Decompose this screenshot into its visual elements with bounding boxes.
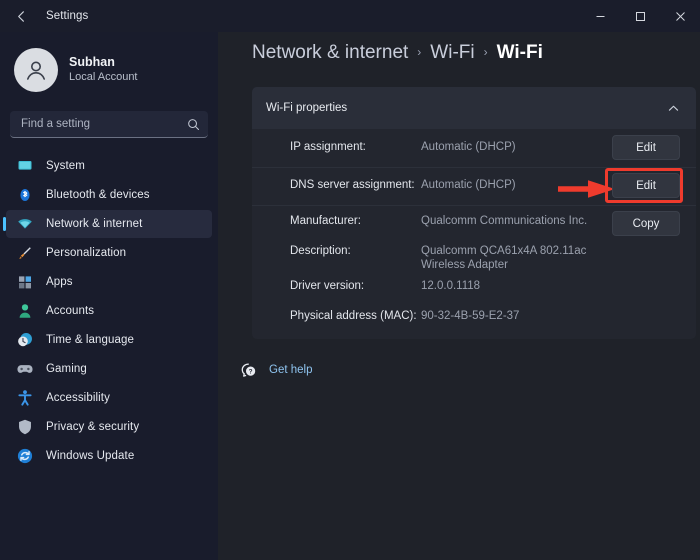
sidebar-item-apps[interactable]: Apps	[6, 268, 212, 296]
update-refresh-icon	[17, 448, 33, 464]
row-action: Edit	[605, 167, 683, 203]
row-label: DNS server assignment:	[290, 179, 415, 191]
table-row: Driver version: 12.0.0.1118	[252, 272, 696, 294]
apps-grid-icon	[16, 273, 34, 291]
sidebar-item-accessibility[interactable]: Accessibility	[6, 384, 212, 412]
search-box[interactable]	[10, 111, 208, 138]
row-value: 90-32-4B-59-E2-37	[421, 309, 520, 322]
row-label: Manufacturer:	[290, 215, 361, 227]
sidebar-item-personalization[interactable]: Personalization	[6, 239, 212, 267]
sidebar-item-label: Time & language	[46, 334, 135, 346]
profile-text: Subhan Local Account	[69, 55, 138, 85]
ip-assignment-edit-button[interactable]: Edit	[612, 135, 680, 160]
sidebar-item-privacy-security[interactable]: Privacy & security	[6, 413, 212, 441]
row-value: Qualcomm Communications Inc.	[421, 215, 588, 227]
search-input[interactable]	[21, 118, 187, 130]
breadcrumb-middle[interactable]: Wi-Fi	[430, 42, 474, 64]
row-label: IP assignment:	[290, 141, 366, 153]
help-question-icon: ?	[240, 361, 258, 379]
chevron-up-icon[interactable]	[667, 102, 680, 115]
row-action	[610, 308, 680, 314]
back-button[interactable]	[4, 1, 38, 31]
profile-name: Subhan	[69, 54, 115, 69]
wifi-properties-card: Wi-Fi properties IP assignment: Automati…	[252, 87, 696, 340]
close-button[interactable]	[660, 0, 700, 32]
table-row: Physical address (MAC): 90-32-4B-59-E2-3…	[252, 308, 696, 340]
row-value: 12.0.0.1118	[421, 280, 481, 293]
game-controller-icon	[17, 365, 33, 373]
settings-window: Settings Subhan Local Account Find a set…	[0, 0, 700, 560]
avatar	[14, 48, 58, 92]
title-bar: Settings	[0, 0, 700, 32]
window-title: Settings	[46, 10, 89, 22]
card-header[interactable]: Wi-Fi properties	[252, 87, 696, 129]
wifi-icon	[16, 215, 34, 233]
dns-server-assignment-edit-button[interactable]: Edit	[612, 173, 680, 198]
sidebar-item-windows-update[interactable]: Windows Update	[6, 442, 212, 470]
profile-account-type: Local Account	[69, 71, 138, 84]
sidebar-item-label: Network & internet	[46, 218, 143, 230]
breadcrumb-root[interactable]: Network & internet	[252, 42, 408, 64]
get-help-label: Get help	[269, 364, 313, 377]
row-action: Copy	[610, 205, 680, 236]
sidebar-item-gaming[interactable]: Gaming	[6, 355, 212, 383]
row-value: Automatic (DHCP)	[421, 141, 516, 153]
row-value: Automatic (DHCP)	[421, 179, 516, 191]
sidebar-item-label: Privacy & security	[46, 421, 140, 433]
copy-button[interactable]: Copy	[612, 211, 680, 236]
sidebar: Subhan Local Account System	[0, 32, 218, 560]
shield-icon	[19, 419, 31, 435]
sidebar-item-label: Bluetooth & devices	[46, 189, 150, 201]
row-spacer	[252, 294, 696, 308]
breadcrumb: Network & internet › Wi-Fi › Wi-Fi	[236, 42, 682, 64]
sidebar-item-network-internet[interactable]: Network & internet	[3, 210, 212, 238]
row-label: Driver version:	[290, 280, 365, 293]
minimize-button[interactable]	[580, 0, 620, 32]
table-row: Description: Qualcomm QCA61x4A 802.11ac …	[252, 243, 696, 272]
sidebar-item-label: System	[46, 160, 85, 172]
monitor-icon	[16, 157, 34, 175]
sidebar-item-label: Windows Update	[46, 450, 135, 462]
window-controls	[580, 0, 700, 32]
breadcrumb-current: Wi-Fi	[496, 42, 543, 63]
svg-text:?: ?	[249, 369, 253, 376]
card-title: Wi-Fi properties	[266, 102, 348, 114]
sidebar-item-label: Accounts	[46, 305, 95, 317]
sidebar-item-label: Apps	[46, 276, 73, 288]
sidebar-item-bluetooth-devices[interactable]: Bluetooth & devices	[6, 181, 212, 209]
breadcrumb-separator: ›	[483, 45, 488, 59]
row-action	[610, 278, 680, 284]
profile-section[interactable]: Subhan Local Account	[14, 48, 218, 92]
row-label: Description:	[290, 245, 351, 257]
breadcrumb-separator: ›	[417, 45, 422, 59]
sidebar-item-label: Gaming	[46, 363, 87, 375]
main-content: Network & internet › Wi-Fi › Wi-Fi Wi-Fi…	[218, 32, 700, 560]
table-row: IP assignment: Automatic (DHCP) Edit	[252, 129, 696, 167]
description-line-1: Qualcomm QCA61x4A 802.11ac	[421, 245, 587, 257]
row-label: Physical address (MAC):	[290, 309, 417, 322]
maximize-button[interactable]	[620, 0, 660, 32]
get-help-link[interactable]: ? Get help	[240, 361, 682, 379]
sidebar-item-label: Accessibility	[46, 392, 110, 404]
accounts-person-icon	[19, 304, 31, 318]
bluetooth-icon	[16, 186, 34, 204]
paintbrush-icon	[16, 244, 34, 262]
clock-globe-icon	[18, 333, 32, 347]
sidebar-item-label: Personalization	[46, 247, 127, 259]
accessibility-person-icon	[18, 390, 32, 406]
search-icon	[187, 118, 200, 131]
row-value: Qualcomm QCA61x4A 802.11ac Wireless Adap…	[421, 243, 610, 272]
table-row: DNS server assignment: Automatic (DHCP) …	[252, 167, 696, 205]
description-line-2: Wireless Adapter	[421, 258, 508, 271]
row-action: Edit	[610, 129, 680, 160]
table-row: Manufacturer: Qualcomm Communications In…	[252, 205, 696, 243]
sidebar-nav: System Bluetooth & devices Network & int…	[0, 152, 218, 470]
sidebar-item-time-language[interactable]: Time & language	[6, 326, 212, 354]
sidebar-item-accounts[interactable]: Accounts	[6, 297, 212, 325]
sidebar-item-system[interactable]: System	[6, 152, 212, 180]
row-action	[610, 243, 680, 249]
